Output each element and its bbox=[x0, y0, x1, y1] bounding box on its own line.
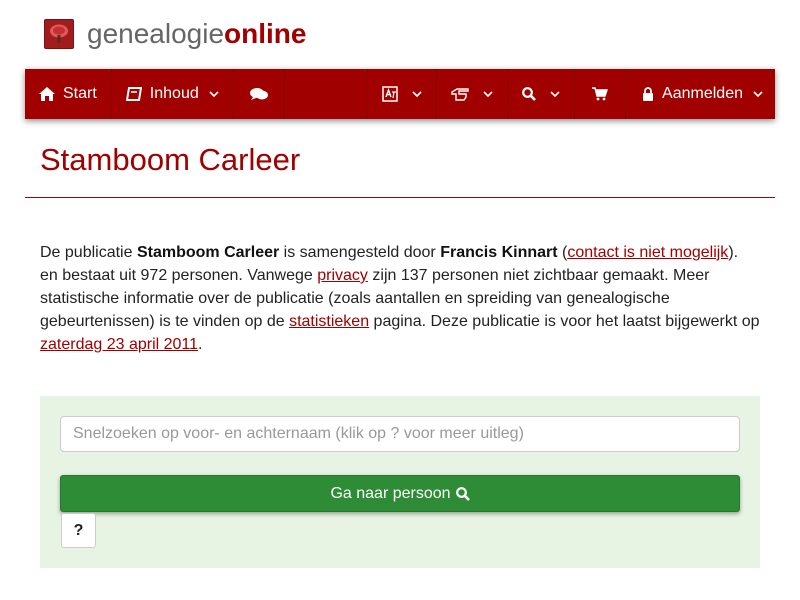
nav-aanmelden[interactable]: Aanmelden bbox=[626, 69, 775, 119]
hand-pointer-icon bbox=[451, 87, 469, 101]
quick-search-panel: Ga naar persoon ? bbox=[40, 396, 760, 568]
search-icon bbox=[522, 87, 536, 101]
intro-text-7: pagina. Deze publicatie is voor het laat… bbox=[369, 313, 760, 330]
chevron-down-icon bbox=[550, 90, 560, 98]
lock-icon bbox=[642, 87, 654, 101]
logo-text-light: genealogie bbox=[87, 18, 225, 49]
chevron-down-icon bbox=[412, 90, 422, 98]
intro-text-3: ( bbox=[557, 244, 568, 261]
nav-cart[interactable] bbox=[575, 69, 627, 119]
nav-start[interactable]: Start bbox=[25, 69, 112, 119]
search-help-button[interactable]: ? bbox=[61, 513, 96, 548]
nav-language[interactable] bbox=[368, 69, 438, 119]
book-icon bbox=[125, 87, 142, 101]
nav-spacer bbox=[285, 69, 369, 119]
nav-pointer[interactable] bbox=[437, 69, 509, 119]
chevron-down-icon bbox=[209, 90, 219, 98]
author-name: Francis Kinnart bbox=[440, 244, 558, 261]
nav-inhoud-label: Inhoud bbox=[149, 85, 199, 102]
site-logo[interactable]: genealogieonline bbox=[44, 18, 306, 50]
go-to-person-button[interactable]: Ga naar persoon bbox=[60, 475, 740, 512]
tree-icon bbox=[44, 19, 74, 49]
privacy-link[interactable]: privacy bbox=[317, 267, 368, 284]
intro-text-4: ). bbox=[728, 244, 739, 261]
statistics-link[interactable]: statistieken bbox=[289, 313, 369, 330]
intro-text-8: . bbox=[198, 336, 203, 353]
logo-text: genealogieonline bbox=[87, 18, 306, 50]
home-icon bbox=[39, 87, 55, 101]
go-to-person-label: Ga naar persoon bbox=[330, 484, 451, 502]
publication-intro: De publicatie Stamboom Carleer is sameng… bbox=[40, 241, 770, 356]
cart-icon bbox=[592, 87, 609, 101]
nav-comments[interactable] bbox=[234, 69, 285, 119]
publication-name: Stamboom Carleer bbox=[136, 244, 280, 261]
nav-aanmelden-label: Aanmelden bbox=[662, 85, 743, 102]
main-navbar: Start Inhoud Aanmelden bbox=[25, 69, 775, 119]
language-icon bbox=[382, 86, 398, 102]
nav-search[interactable] bbox=[508, 69, 576, 119]
nav-start-label: Start bbox=[63, 85, 97, 102]
intro-text-2: is samengesteld door bbox=[279, 244, 441, 261]
chevron-down-icon bbox=[753, 90, 763, 98]
quick-search-input[interactable] bbox=[60, 416, 740, 452]
chevron-down-icon bbox=[483, 90, 493, 98]
search-icon bbox=[455, 486, 470, 501]
intro-text-5: en bestaat uit 972 personen. Vanwege bbox=[40, 267, 318, 284]
logo-text-bold: online bbox=[224, 18, 307, 49]
page-title: Stamboom Carleer bbox=[40, 142, 301, 177]
title-divider bbox=[25, 197, 775, 198]
contact-link[interactable]: contact is niet mogelijk bbox=[567, 244, 728, 261]
intro-text-1: De publicatie bbox=[40, 244, 137, 261]
nav-inhoud[interactable]: Inhoud bbox=[112, 69, 234, 119]
comments-icon bbox=[249, 87, 268, 101]
last-updated-link[interactable]: zaterdag 23 april 2011 bbox=[40, 336, 198, 353]
